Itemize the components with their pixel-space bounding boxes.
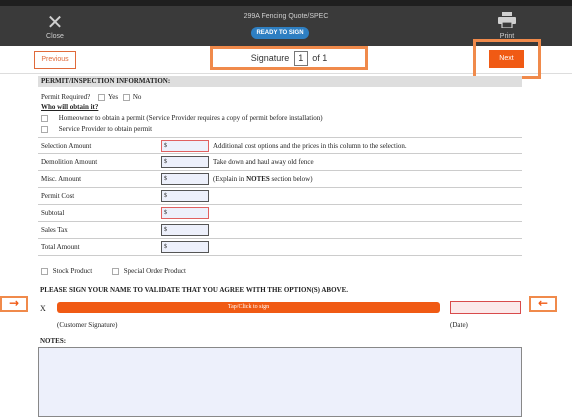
demolition-amount-row: Demolition Amount $ Take down and haul a… — [38, 154, 522, 171]
arrow-right-icon: → — [0, 296, 28, 312]
arrow-left-icon: ← — [529, 296, 557, 312]
sales-tax-row: Sales Tax $ — [38, 222, 522, 239]
stock-product-label: Stock Product — [52, 267, 93, 275]
signature-label: Signature — [250, 53, 290, 63]
customer-signature-label: (Customer Signature) — [57, 321, 118, 329]
homeowner-label: Homeowner to obtain a permit (Service Pr… — [58, 114, 323, 122]
provider-checkbox[interactable] — [41, 125, 48, 133]
row-note: Additional cost options and the prices i… — [213, 142, 407, 150]
permit-yes-checkbox[interactable] — [97, 93, 105, 101]
misc-amount-input[interactable]: $ — [161, 173, 209, 185]
provider-option: Service Provider to obtain permit — [41, 125, 152, 133]
misc-amount-row: Misc. Amount $ (Explain in NOTES section… — [38, 171, 522, 188]
permit-cost-row: Permit Cost $ — [38, 188, 522, 205]
page-navigation: Previous Signature 1 of 1 Next — [0, 39, 572, 79]
date-label: (Date) — [450, 321, 468, 329]
row-label: Permit Cost — [41, 192, 75, 200]
demolition-amount-input[interactable]: $ — [161, 156, 209, 168]
date-field[interactable] — [450, 301, 521, 314]
row-label: Misc. Amount — [41, 175, 82, 183]
note-text: section below) — [269, 175, 313, 183]
document-title: 299A Fencing Quote/SPEC — [243, 13, 329, 20]
subtotal-input[interactable]: $ — [161, 207, 209, 219]
row-label: Subtotal — [41, 209, 65, 217]
selection-amount-input[interactable]: $ — [161, 140, 209, 152]
sales-tax-input[interactable]: $ — [161, 224, 209, 236]
total-amount-row: Total Amount $ — [38, 239, 522, 256]
homeowner-checkbox[interactable] — [41, 114, 48, 122]
permit-yes-label: Yes — [107, 93, 119, 101]
tap-to-sign-button[interactable]: Tap/Click to sign — [57, 302, 440, 313]
page-count-label: of 1 — [312, 53, 328, 63]
signature-page-indicator: Signature 1 of 1 — [210, 46, 368, 70]
printer-icon — [498, 12, 516, 29]
row-label: Demolition Amount — [41, 158, 98, 166]
permit-required-row: Permit Required? Yes No — [41, 93, 141, 101]
subtotal-row: Subtotal $ — [38, 205, 522, 222]
total-amount-input[interactable]: $ — [161, 241, 209, 253]
close-label: Close — [46, 33, 64, 40]
permit-no-checkbox[interactable] — [122, 93, 130, 101]
permit-required-label: Permit Required? — [41, 93, 91, 101]
section-title: PERMIT/INSPECTION INFORMATION: — [38, 76, 522, 87]
who-obtain-label: Who will obtain it? — [41, 103, 99, 111]
page-number-input[interactable]: 1 — [293, 51, 308, 66]
print-button[interactable]: Print — [494, 12, 520, 40]
row-note: Take down and haul away old fence — [213, 158, 314, 166]
notes-label: NOTES: — [40, 337, 67, 345]
selection-amount-row: Selection Amount $ Additional cost optio… — [38, 137, 522, 154]
homeowner-option: Homeowner to obtain a permit (Service Pr… — [41, 114, 323, 122]
row-label: Total Amount — [41, 243, 80, 251]
special-order-checkbox[interactable] — [111, 267, 119, 275]
product-type-row: Stock Product Special Order Product — [41, 267, 186, 275]
notes-textarea[interactable] — [38, 347, 522, 417]
provider-label: Service Provider to obtain permit — [58, 125, 153, 133]
permit-form: PERMIT/INSPECTION INFORMATION: Permit Re… — [38, 76, 522, 417]
note-emphasis: NOTES — [246, 175, 270, 183]
next-button[interactable]: Next — [489, 50, 524, 68]
row-label: Selection Amount — [41, 142, 92, 150]
sign-instruction: PLEASE SIGN YOUR NAME TO VALIDATE THAT Y… — [40, 286, 349, 294]
note-text: (Explain in — [213, 175, 247, 183]
special-order-label: Special Order Product — [123, 267, 186, 275]
row-note: (Explain in NOTES section below) — [213, 175, 313, 183]
signature-x-mark: X — [40, 304, 46, 313]
row-label: Sales Tax — [41, 226, 68, 234]
stock-product-checkbox[interactable] — [41, 267, 48, 275]
previous-button[interactable]: Previous — [34, 51, 76, 69]
status-badge: READY TO SIGN — [251, 27, 309, 39]
permit-no-label: No — [132, 93, 142, 101]
permit-cost-input[interactable]: $ — [161, 190, 209, 202]
